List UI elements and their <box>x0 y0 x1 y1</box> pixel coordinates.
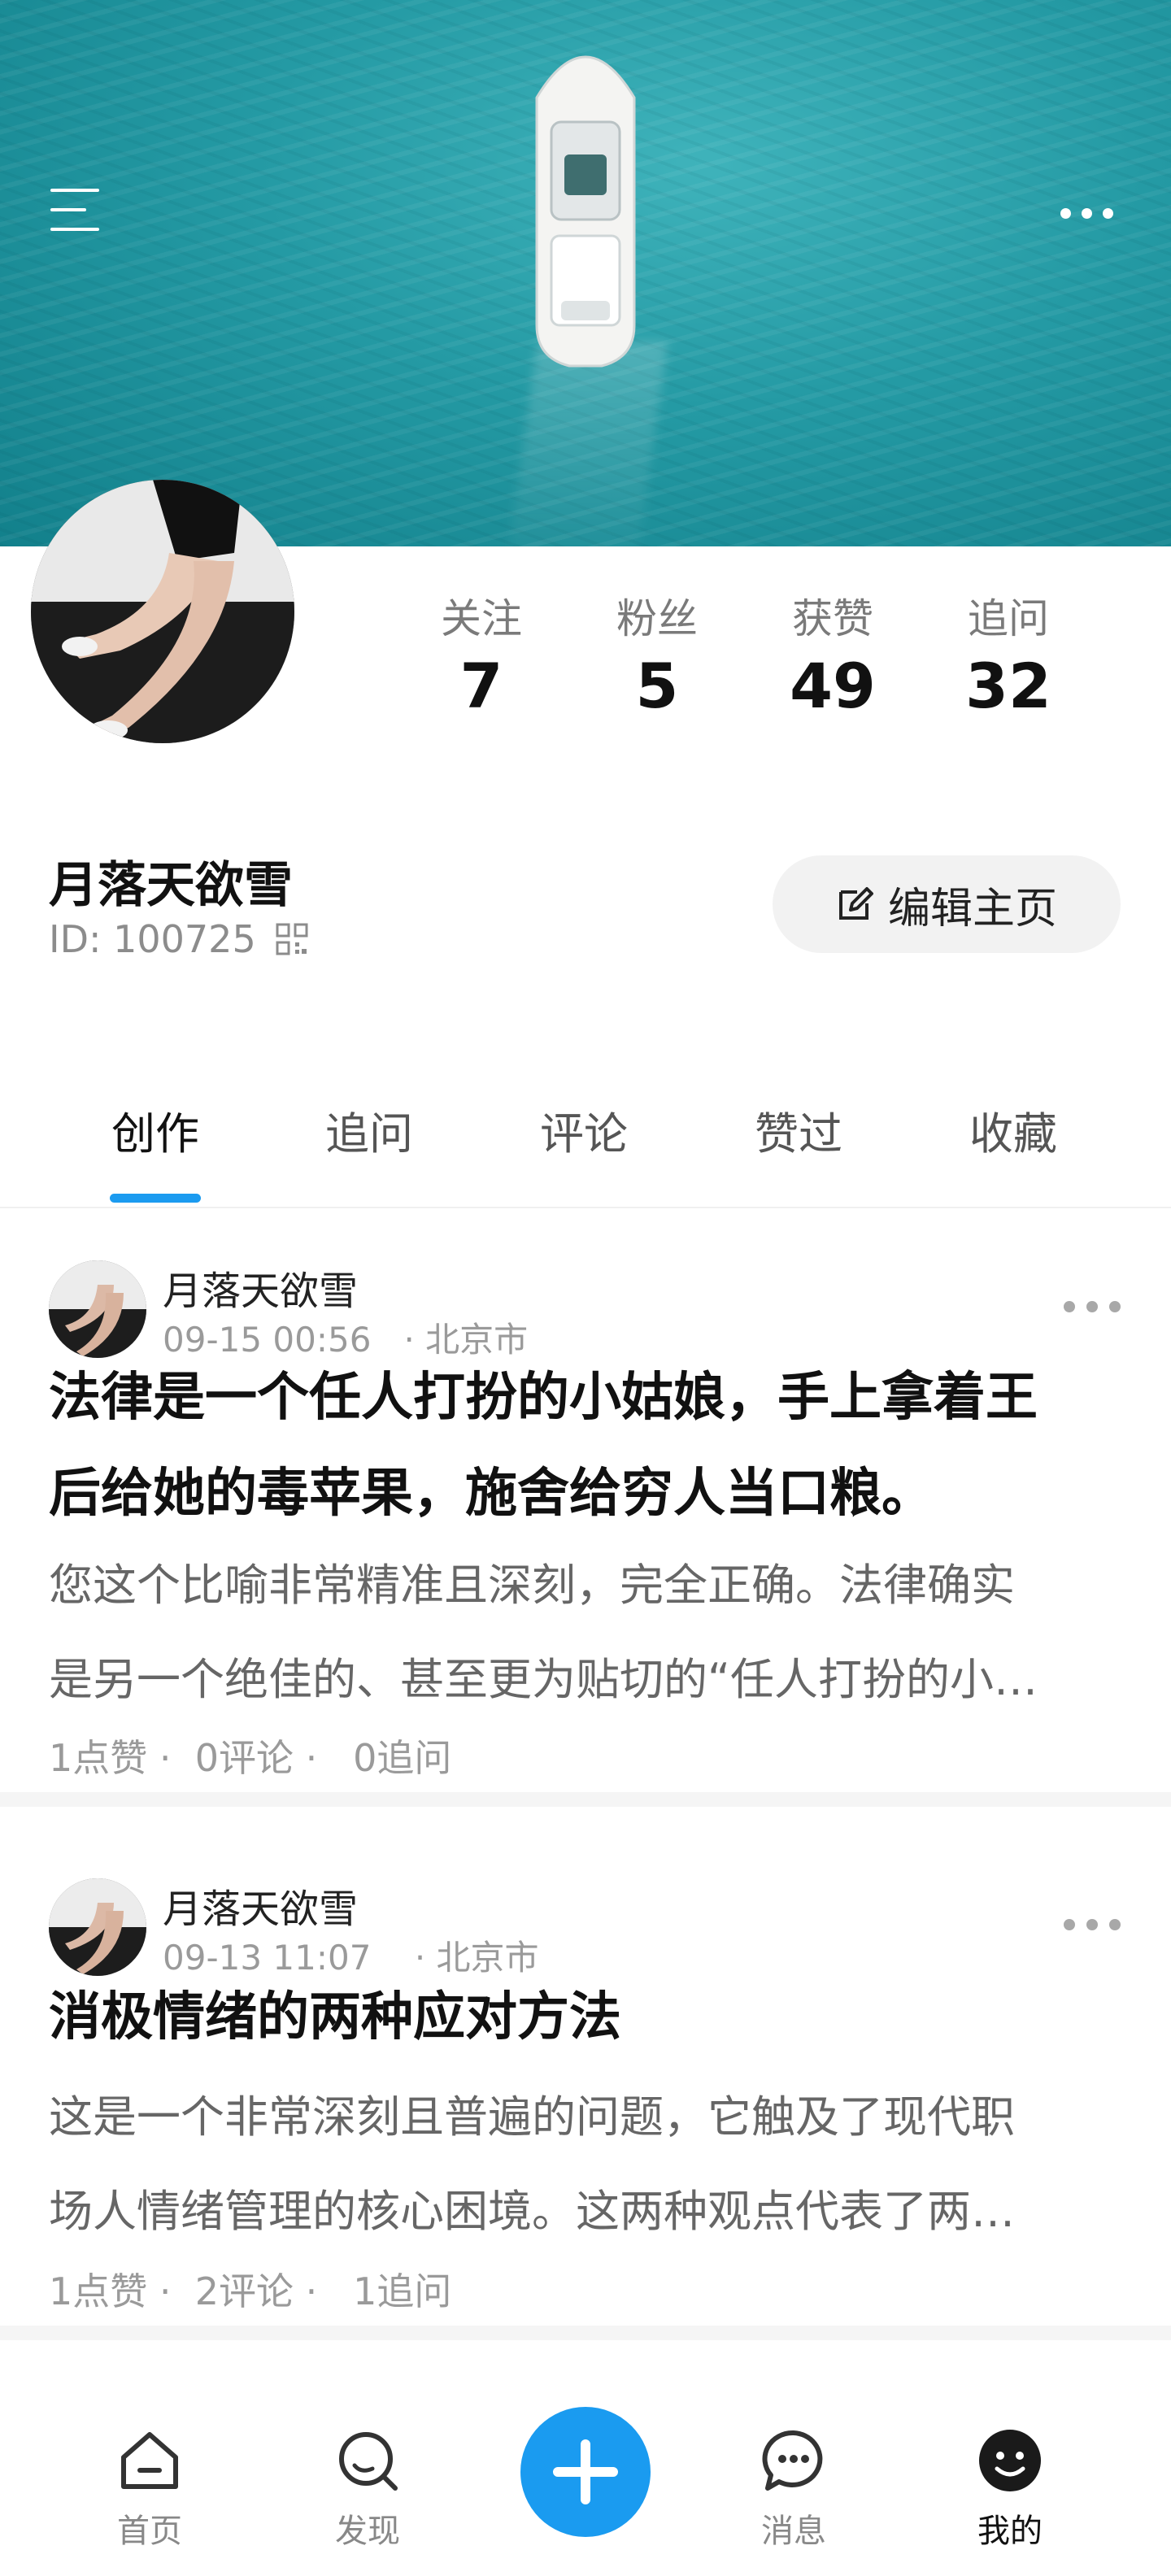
qr-code-icon[interactable] <box>276 923 308 955</box>
tab-comments[interactable]: 评论 <box>486 1098 681 1162</box>
nav-home[interactable]: 首页 <box>68 2426 231 2552</box>
menu-icon <box>50 189 99 192</box>
tab-liked[interactable]: 赞过 <box>701 1098 896 1162</box>
stat-label: 获赞 <box>792 595 873 642</box>
menu-button[interactable] <box>47 189 106 237</box>
more-horizontal-icon <box>1060 208 1071 219</box>
nav-profile[interactable]: 我的 <box>929 2426 1091 2552</box>
cover-image <box>0 0 1171 546</box>
stat-questions[interactable]: 追问 32 <box>927 590 1090 725</box>
stat-value: 7 <box>459 650 503 722</box>
post-separator <box>0 1792 1171 1807</box>
stat-label: 粉丝 <box>616 595 698 642</box>
nav-label: 消息 <box>761 2513 826 2550</box>
tab-questions[interactable]: 追问 <box>272 1098 467 1162</box>
avatar[interactable] <box>31 480 294 743</box>
stat-followers[interactable]: 粉丝 5 <box>576 590 738 725</box>
post-title[interactable]: 消极情绪的两种应对方法 <box>49 1969 1130 2065</box>
stat-value: 5 <box>635 650 679 722</box>
tab-creations[interactable]: 创作 <box>58 1098 253 1162</box>
content-tabs: 创作 追问 评论 赞过 收藏 <box>0 1057 1171 1203</box>
active-tab-indicator <box>110 1194 201 1203</box>
post-stats: 1点赞 · 2评论 · 1追问 <box>49 2269 452 2313</box>
post-stats: 1点赞 · 0评论 · 0追问 <box>49 1736 452 1780</box>
avatar-photo <box>31 480 294 743</box>
post-card[interactable]: 月落天欲雪 09-13 11:07 · 北京市 消极情绪的两种应对方法 这是一个… <box>0 1830 1171 2317</box>
profile-id: ID: 100725 <box>49 917 308 961</box>
post-more-button[interactable] <box>1062 1298 1124 1317</box>
more-options-button[interactable] <box>1057 202 1122 226</box>
post-separator <box>0 2326 1171 2340</box>
divider <box>0 1207 1171 1208</box>
more-horizontal-icon <box>1064 1301 1075 1312</box>
plus-icon <box>553 2439 618 2504</box>
message-icon <box>762 2430 823 2491</box>
boat-illustration <box>535 55 636 368</box>
profile-id-text: ID: 100725 <box>49 917 256 961</box>
home-icon <box>121 2432 178 2489</box>
post-excerpt: 这是一个非常深刻且普遍的问题，它触及了现代职 场人情绪管理的核心困境。这两种观点… <box>49 2091 1015 2237</box>
stat-following[interactable]: 关注 7 <box>400 590 563 725</box>
edit-icon <box>838 887 873 920</box>
create-post-button[interactable] <box>520 2407 651 2537</box>
stat-label: 关注 <box>441 595 522 642</box>
stat-label: 追问 <box>968 595 1049 642</box>
post-author-name[interactable]: 月落天欲雪 <box>163 1259 358 1316</box>
nav-label: 发现 <box>335 2513 400 2550</box>
bottom-navigation: 首页 发现 消息 我的 <box>0 2358 1171 2576</box>
post-title[interactable]: 法律是一个任人打扮的小姑娘，手上拿着王 后给她的毒苹果，施舍给穷人当口粮。 <box>49 1350 1130 1542</box>
stat-value: 49 <box>790 650 876 722</box>
post-author-name[interactable]: 月落天欲雪 <box>163 1877 358 1934</box>
edit-profile-button[interactable]: 编辑主页 <box>773 855 1121 953</box>
more-horizontal-icon <box>1064 1919 1075 1930</box>
profile-name: 月落天欲雪 <box>49 857 293 914</box>
tab-favorites[interactable]: 收藏 <box>916 1098 1111 1162</box>
post-more-button[interactable] <box>1062 1916 1124 1935</box>
stat-value: 32 <box>965 650 1051 722</box>
post-card[interactable]: 月落天欲雪 09-15 00:56 · 北京市 法律是一个任人打扮的小姑娘，手上… <box>0 1212 1171 1781</box>
nav-messages[interactable]: 消息 <box>712 2426 875 2552</box>
nav-label: 我的 <box>977 2513 1043 2550</box>
edit-profile-label: 编辑主页 <box>887 884 1057 933</box>
post-excerpt: 您这个比喻非常精准且深刻，完全正确。法律确实 是另一个绝佳的、甚至更为贴切的“任… <box>49 1560 1038 1705</box>
stat-likes[interactable]: 获赞 49 <box>751 590 914 725</box>
post-author-avatar[interactable] <box>49 1878 146 1976</box>
discover-icon <box>339 2432 398 2491</box>
post-author-avatar[interactable] <box>49 1260 146 1358</box>
profile-icon <box>979 2430 1041 2491</box>
nav-label: 首页 <box>117 2513 182 2550</box>
nav-discover[interactable]: 发现 <box>286 2426 449 2552</box>
